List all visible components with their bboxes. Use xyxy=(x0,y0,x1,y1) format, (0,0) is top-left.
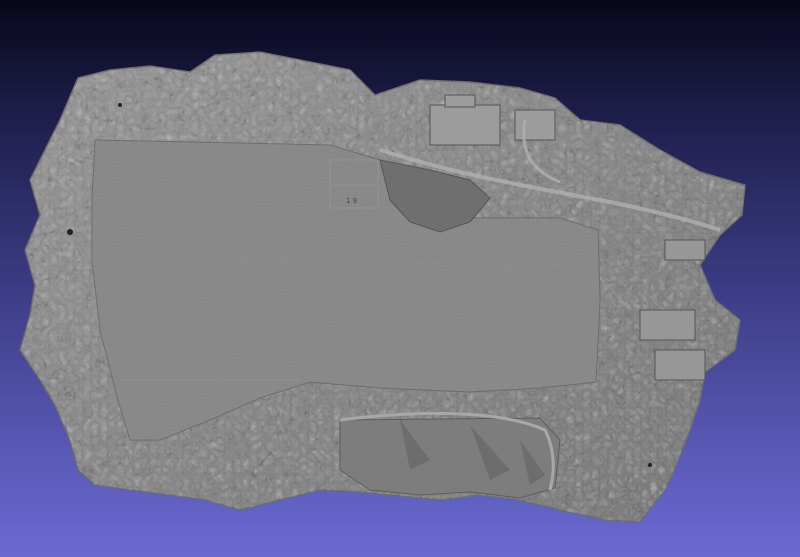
field-label: 1 9 xyxy=(346,197,357,205)
3d-viewport[interactable]: 1 9 xyxy=(0,0,800,557)
mesh-render: 1 9 xyxy=(19,51,746,523)
